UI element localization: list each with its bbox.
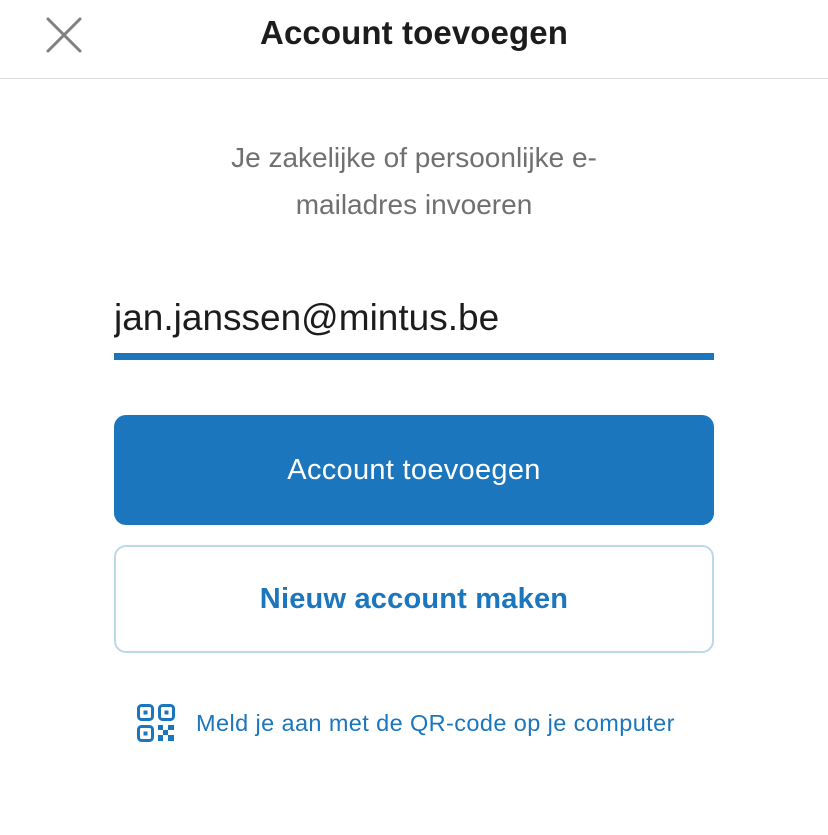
add-account-button-label: Account toevoegen: [287, 453, 541, 486]
create-account-button-label: Nieuw account maken: [259, 582, 569, 615]
qr-code-icon: [137, 704, 175, 742]
create-account-button[interactable]: Nieuw account maken: [114, 545, 714, 653]
instruction-text: Je zakelijke of persoonlijke e- mailadre…: [190, 134, 638, 228]
qr-signin-link[interactable]: Meld je aan met de QR-code op je compute…: [137, 703, 675, 743]
email-field[interactable]: [114, 282, 714, 360]
qr-signin-label: Meld je aan met de QR-code op je compute…: [196, 709, 675, 736]
instruction-line-1: Je zakelijke of persoonlijke e-: [231, 142, 597, 173]
instruction-line-2: mailadres invoeren: [295, 189, 533, 220]
add-account-button[interactable]: Account toevoegen: [114, 415, 714, 525]
page-title: Account toevoegen: [260, 14, 568, 51]
header-bar: Account toevoegen: [0, 0, 828, 79]
